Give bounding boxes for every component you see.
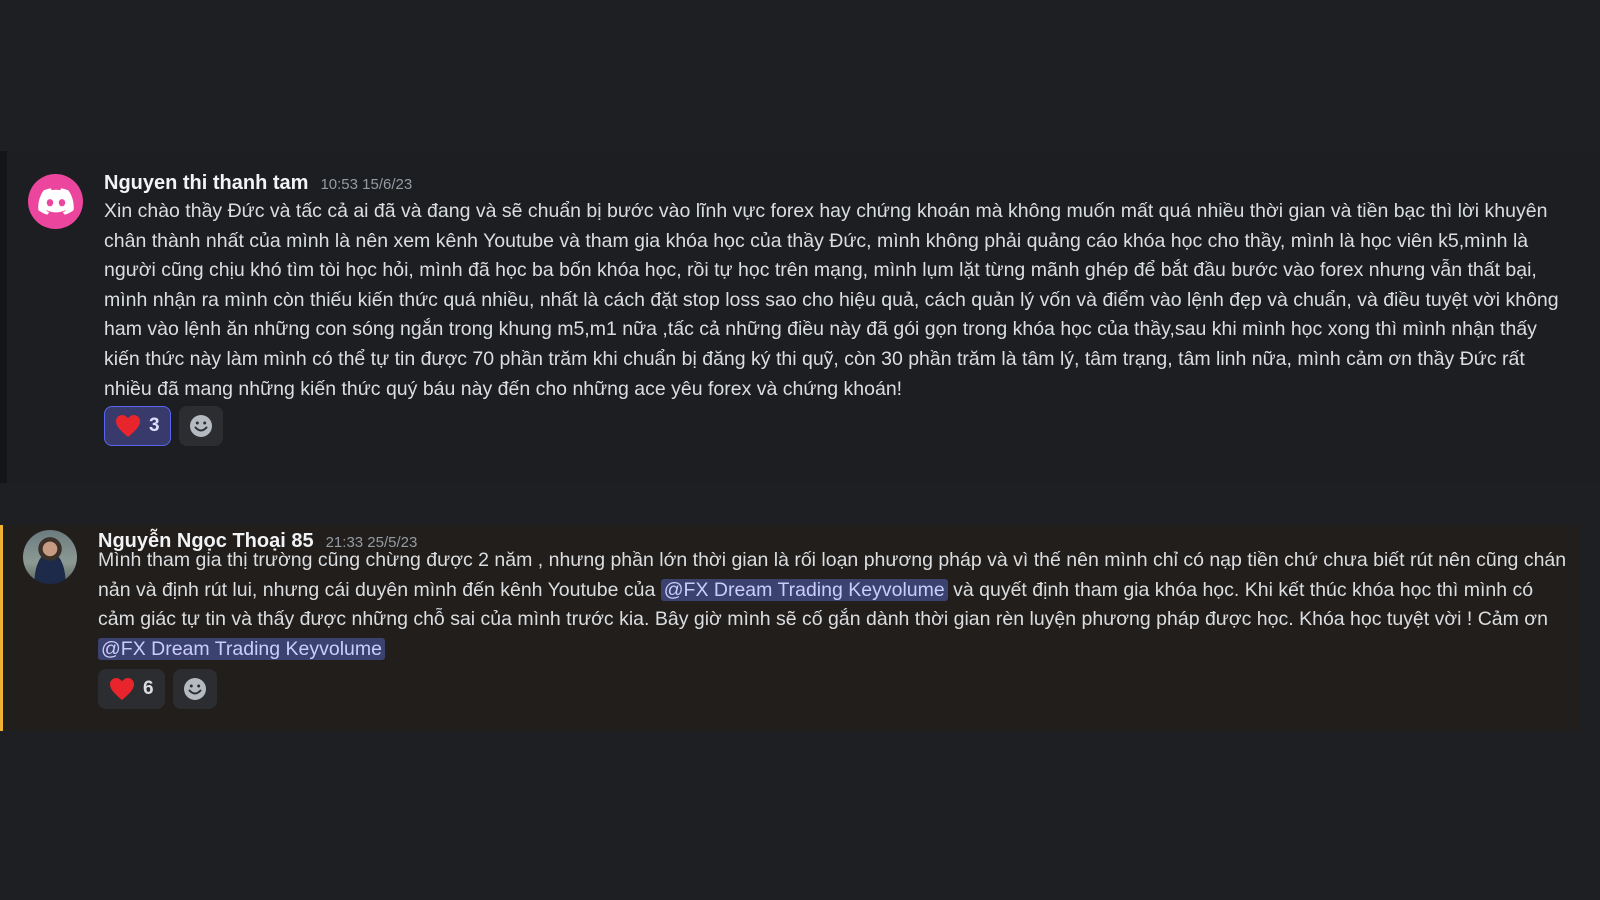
message-text: Xin chào thầy Đức và tấc cả ai đã và đan… [104,200,1559,400]
heart-reaction[interactable]: 3 [104,406,171,446]
reactions-bar: 6 [98,669,217,709]
user-mention[interactable]: @FX Dream Trading Keyvolume [98,637,385,660]
message-header: Nguyen thi thanh tam 10:53 15/6/23 [104,172,412,195]
add-reaction-button[interactable] [178,406,223,446]
discord-logo-icon [37,187,74,215]
smiley-icon [183,678,206,700]
heart-icon [110,678,134,700]
timestamp[interactable]: 10:53 15/6/23 [320,176,412,193]
message-text: Mình tham gia thị trường cũng chừng được… [98,546,1568,664]
chat-canvas: Nguyen thi thanh tam 10:53 15/6/23 Xin c… [0,0,1600,900]
smiley-icon [189,415,212,437]
reaction-count: 3 [149,415,160,436]
username[interactable]: Nguyen thi thanh tam [104,172,308,195]
user-mention[interactable]: @FX Dream Trading Keyvolume [660,578,948,601]
avatar[interactable] [28,174,83,229]
reactions-bar: 3 [104,406,223,446]
message-item[interactable]: Nguyen thi thanh tam 10:53 15/6/23 Xin c… [0,151,1600,483]
heart-icon [116,415,140,437]
reaction-count: 6 [143,678,154,699]
message-item-highlighted[interactable]: Nguyễn Ngọc Thoại 85 21:33 25/5/23 Mình … [0,525,1579,731]
heart-reaction[interactable]: 6 [98,669,165,709]
avatar[interactable] [23,530,77,584]
add-reaction-button[interactable] [172,669,217,709]
